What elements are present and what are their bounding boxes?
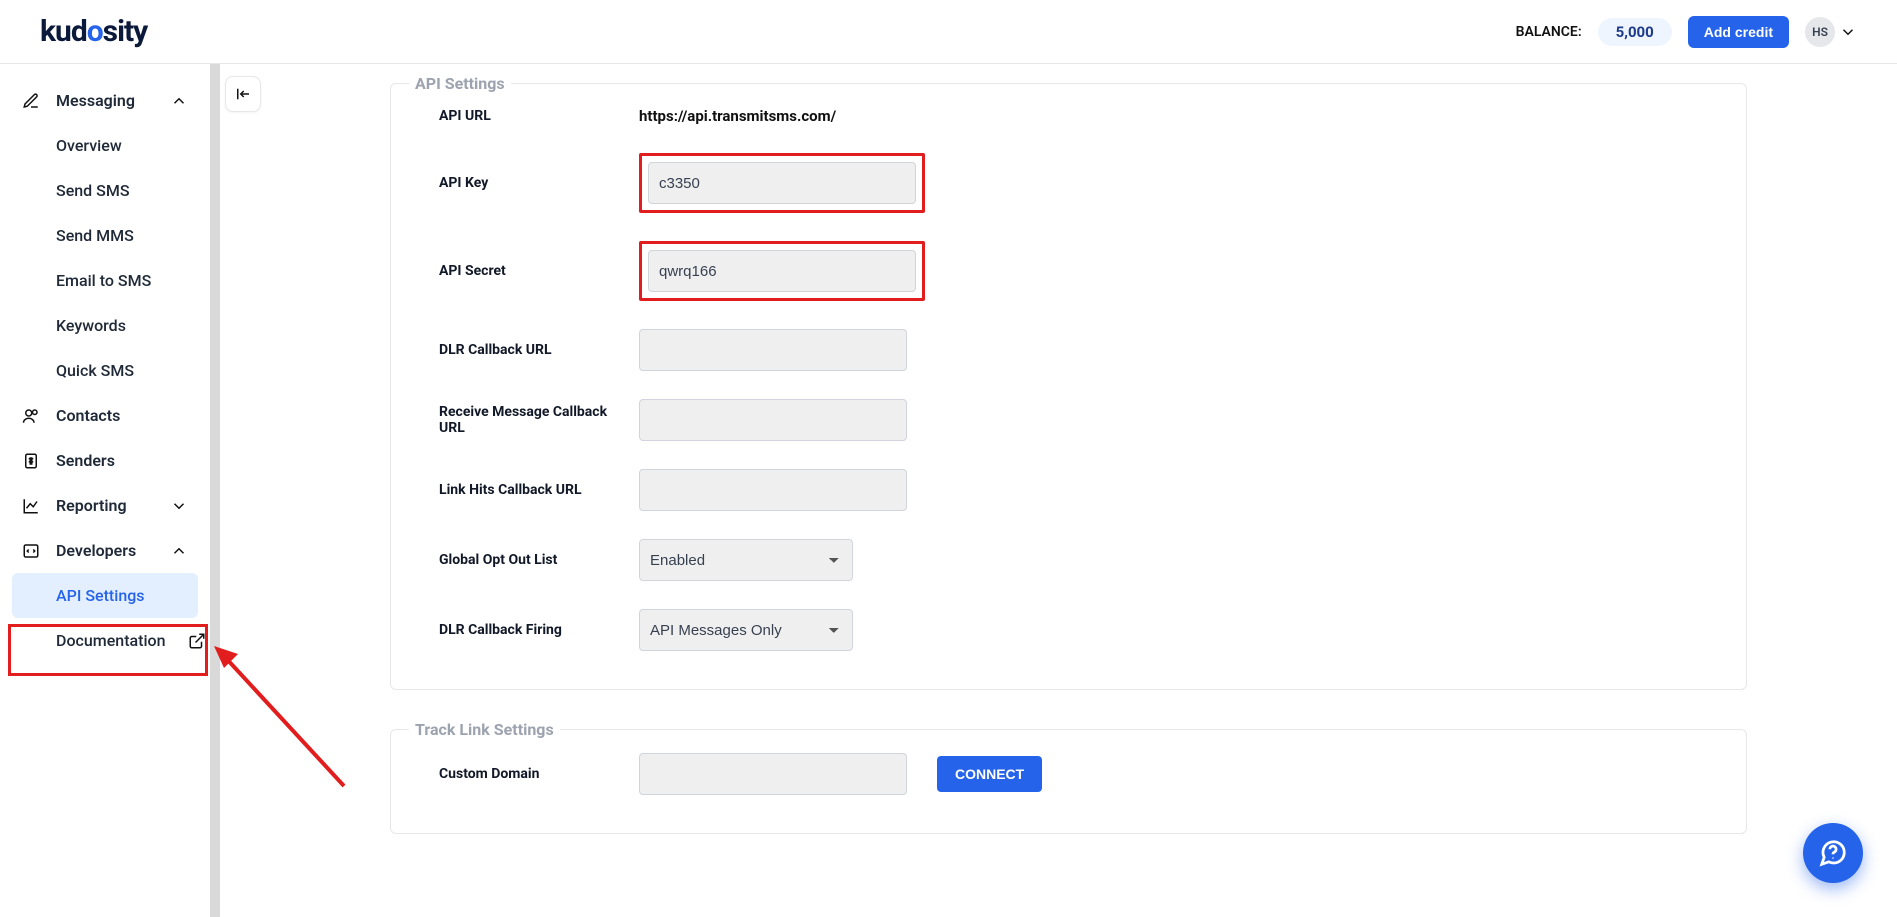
row-link-callback: Link Hits Callback URL bbox=[391, 455, 1746, 525]
field-label: API Secret bbox=[439, 263, 629, 279]
field-label: API Key bbox=[439, 175, 629, 191]
sidebar-item-label: Send MMS bbox=[56, 226, 134, 245]
row-dlr-firing: DLR Callback Firing API Messages Only bbox=[391, 595, 1746, 665]
api-secret-input[interactable] bbox=[648, 250, 916, 292]
sidebar-item-contacts[interactable]: Contacts bbox=[12, 393, 198, 438]
main-content: API Settings API URL https://api.transmi… bbox=[220, 64, 1897, 917]
hash-file-icon bbox=[22, 452, 40, 470]
sidebar-item-label: Reporting bbox=[56, 496, 127, 515]
row-receive-callback: Receive Message Callback URL bbox=[391, 385, 1746, 455]
sidebar-item-send-sms[interactable]: Send SMS bbox=[12, 168, 198, 213]
annotation-highlight bbox=[639, 153, 925, 213]
help-fab[interactable] bbox=[1803, 823, 1863, 883]
sidebar-item-label: Contacts bbox=[56, 406, 120, 425]
link-callback-input[interactable] bbox=[639, 469, 907, 511]
connect-button[interactable]: CONNECT bbox=[937, 756, 1042, 792]
field-label: Receive Message Callback URL bbox=[439, 404, 629, 436]
api-key-input[interactable] bbox=[648, 162, 916, 204]
row-api-secret: API Secret bbox=[391, 227, 1746, 315]
field-label: DLR Callback Firing bbox=[439, 622, 629, 638]
api-url-value: https://api.transmitsms.com/ bbox=[639, 107, 836, 125]
sidebar-item-label: Senders bbox=[56, 451, 115, 470]
sidebar: Messaging Overview Send SMS Send MMS Ema… bbox=[0, 64, 210, 917]
sidebar-item-reporting[interactable]: Reporting bbox=[12, 483, 198, 528]
dlr-callback-input[interactable] bbox=[639, 329, 907, 371]
receive-callback-input[interactable] bbox=[639, 399, 907, 441]
sidebar-item-label: Quick SMS bbox=[56, 361, 134, 380]
annotation-highlight bbox=[639, 241, 925, 301]
code-icon bbox=[22, 542, 40, 560]
external-link-icon bbox=[188, 632, 206, 650]
sidebar-item-keywords[interactable]: Keywords bbox=[12, 303, 198, 348]
sidebar-item-label: Messaging bbox=[56, 91, 135, 110]
user-menu[interactable]: HS bbox=[1805, 17, 1857, 47]
sidebar-item-send-mms[interactable]: Send MMS bbox=[12, 213, 198, 258]
sidebar-item-quick-sms[interactable]: Quick SMS bbox=[12, 348, 198, 393]
sidebar-scrollbar[interactable] bbox=[210, 64, 220, 917]
custom-domain-input[interactable] bbox=[639, 753, 907, 795]
row-api-key: API Key bbox=[391, 139, 1746, 227]
field-label: API URL bbox=[439, 108, 629, 124]
dlr-firing-select[interactable]: API Messages Only bbox=[639, 609, 853, 651]
global-optout-select[interactable]: Enabled bbox=[639, 539, 853, 581]
top-bar: kudosity BALANCE: 5,000 Add credit HS bbox=[0, 0, 1897, 64]
sidebar-item-label: Developers bbox=[56, 541, 136, 560]
field-label: Custom Domain bbox=[439, 766, 629, 782]
sidebar-item-documentation[interactable]: Documentation bbox=[12, 618, 198, 663]
panel-legend: Track Link Settings bbox=[409, 720, 560, 739]
sidebar-item-label: Documentation bbox=[56, 631, 166, 650]
sidebar-item-api-settings[interactable]: API Settings bbox=[12, 573, 198, 618]
panel-legend: API Settings bbox=[409, 74, 511, 93]
field-label: Global Opt Out List bbox=[439, 552, 629, 568]
edit-icon bbox=[22, 92, 40, 110]
users-icon bbox=[22, 407, 40, 425]
sidebar-item-developers[interactable]: Developers bbox=[12, 528, 198, 573]
sidebar-item-label: Overview bbox=[56, 136, 122, 155]
sidebar-item-messaging[interactable]: Messaging bbox=[12, 78, 198, 123]
row-custom-domain: Custom Domain CONNECT bbox=[391, 739, 1746, 809]
chevron-up-icon bbox=[170, 92, 188, 110]
chevron-down-icon bbox=[170, 497, 188, 515]
sidebar-item-label: Send SMS bbox=[56, 181, 130, 200]
sidebar-item-label: Email to SMS bbox=[56, 271, 151, 290]
add-credit-button[interactable]: Add credit bbox=[1688, 16, 1789, 48]
row-dlr-callback: DLR Callback URL bbox=[391, 315, 1746, 385]
row-api-url: API URL https://api.transmitsms.com/ bbox=[391, 93, 1746, 139]
chevron-up-icon bbox=[170, 542, 188, 560]
chevron-down-icon bbox=[1839, 23, 1857, 41]
field-label: Link Hits Callback URL bbox=[439, 482, 629, 498]
chart-icon bbox=[22, 497, 40, 515]
sidebar-item-label: API Settings bbox=[56, 586, 145, 605]
balance-value[interactable]: 5,000 bbox=[1598, 18, 1672, 46]
sidebar-item-overview[interactable]: Overview bbox=[12, 123, 198, 168]
row-global-optout: Global Opt Out List Enabled bbox=[391, 525, 1746, 595]
track-link-settings-panel: Track Link Settings Custom Domain CONNEC… bbox=[390, 720, 1747, 834]
sidebar-item-senders[interactable]: Senders bbox=[12, 438, 198, 483]
api-settings-panel: API Settings API URL https://api.transmi… bbox=[390, 74, 1747, 690]
field-label: DLR Callback URL bbox=[439, 342, 629, 358]
balance-label: BALANCE: bbox=[1516, 24, 1582, 40]
sidebar-item-email-to-sms[interactable]: Email to SMS bbox=[12, 258, 198, 303]
top-right-group: BALANCE: 5,000 Add credit HS bbox=[1516, 16, 1857, 48]
avatar: HS bbox=[1805, 17, 1835, 47]
brand-logo: kudosity bbox=[40, 14, 147, 49]
sidebar-item-label: Keywords bbox=[56, 316, 126, 335]
